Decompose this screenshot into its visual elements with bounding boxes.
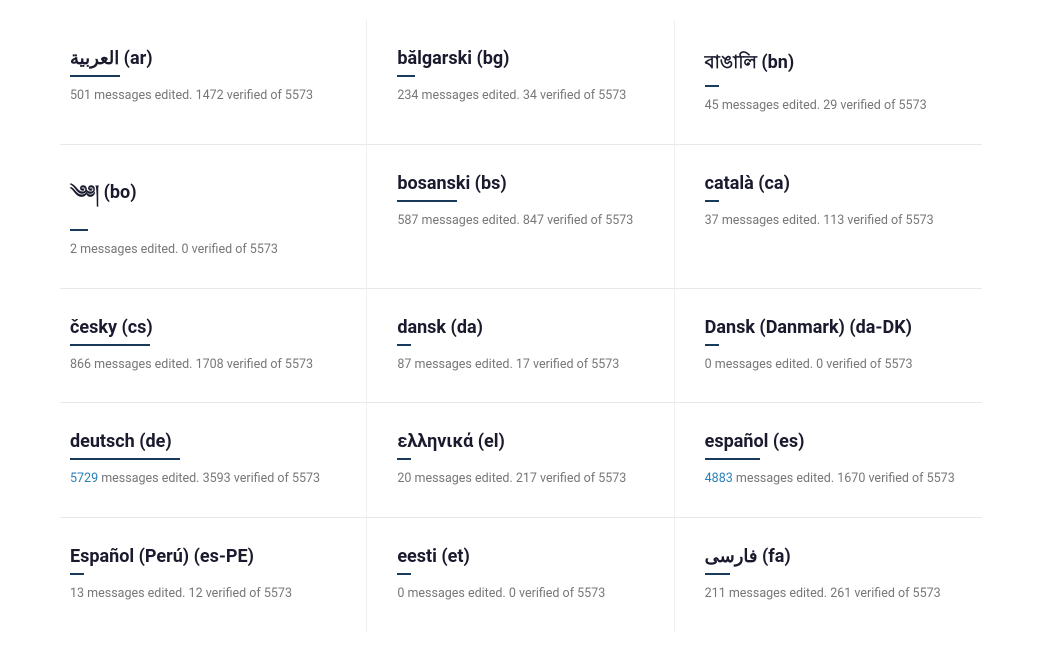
lang-stats-et: 0 messages edited. 0 verified of 5573 — [397, 585, 653, 604]
lang-title-bg: bălgarski (bg) — [397, 48, 653, 69]
lang-stats-da-DK: 0 messages edited. 0 verified of 5573 — [705, 356, 962, 375]
lang-underline-el — [397, 458, 411, 460]
lang-stats-bn: 45 messages edited. 29 verified of 5573 — [705, 97, 962, 116]
lang-item-bn[interactable]: বাঙালি (bn) 45 messages edited. 29 verifi… — [675, 20, 982, 145]
lang-item-ca[interactable]: català (ca) 37 messages edited. 113 verif… — [675, 145, 982, 289]
lang-title-el: ελληνικά (el) — [397, 431, 653, 452]
lang-stats-da: 87 messages edited. 17 verified of 5573 — [397, 356, 653, 375]
lang-title-et: eesti (et) — [397, 546, 653, 567]
lang-item-de[interactable]: deutsch (de) 5729 messages edited. 3593 v… — [60, 403, 367, 518]
lang-stats-el: 20 messages edited. 217 verified of 5573 — [397, 470, 653, 489]
lang-title-ca: català (ca) — [705, 173, 962, 194]
lang-item-da-DK[interactable]: Dansk (Danmark) (da-DK) 0 messages edited… — [675, 289, 982, 404]
lang-underline-bs — [397, 200, 457, 202]
lang-title-ar: العربية (ar) — [70, 48, 346, 69]
lang-item-bo[interactable]: ༄༅། (bo) 2 messages edited. 0 verified of… — [60, 145, 367, 289]
lang-item-el[interactable]: ελληνικά (el) 20 messages edited. 217 ver… — [367, 403, 674, 518]
lang-underline-es-PE — [70, 573, 84, 575]
lang-underline-de — [70, 458, 180, 460]
lang-title-de: deutsch (de) — [70, 431, 346, 452]
lang-title-bo: ༄༅། (bo) — [70, 173, 346, 223]
lang-title-es-PE: Español (Perú) (es-PE) — [70, 546, 346, 567]
lang-underline-ca — [705, 200, 719, 202]
lang-title-bs: bosanski (bs) — [397, 173, 653, 194]
lang-underline-cs — [70, 344, 150, 346]
lang-underline-et — [397, 573, 411, 575]
lang-underline-fa — [705, 573, 730, 575]
lang-underline-da-DK — [705, 344, 719, 346]
lang-item-et[interactable]: eesti (et) 0 messages edited. 0 verified … — [367, 518, 674, 632]
lang-underline-bo — [70, 229, 88, 231]
lang-stats-es-PE: 13 messages edited. 12 verified of 5573 — [70, 585, 346, 604]
language-grid: العربية (ar) 501 messages edited. 1472 ve… — [60, 20, 982, 632]
lang-stats-ca: 37 messages edited. 113 verified of 5573 — [705, 212, 962, 231]
lang-underline-bn — [705, 85, 719, 87]
lang-stats-cs: 866 messages edited. 1708 verified of 55… — [70, 356, 346, 375]
lang-item-cs[interactable]: česky (cs) 866 messages edited. 1708 veri… — [60, 289, 367, 404]
lang-title-cs: česky (cs) — [70, 317, 346, 338]
lang-title-da: dansk (da) — [397, 317, 653, 338]
lang-title-da-DK: Dansk (Danmark) (da-DK) — [705, 317, 962, 338]
lang-stats-bo: 2 messages edited. 0 verified of 5573 — [70, 241, 346, 260]
lang-stats-de: 5729 messages edited. 3593 verified of 5… — [70, 470, 346, 489]
lang-item-bg[interactable]: bălgarski (bg) 234 messages edited. 34 ve… — [367, 20, 674, 145]
lang-title-bn: বাঙালি (bn) — [705, 48, 962, 79]
lang-stats-ar: 501 messages edited. 1472 verified of 55… — [70, 87, 346, 106]
lang-item-bs[interactable]: bosanski (bs) 587 messages edited. 847 ve… — [367, 145, 674, 289]
lang-item-es-PE[interactable]: Español (Perú) (es-PE) 13 messages edited… — [60, 518, 367, 632]
lang-stats-fa: 211 messages edited. 261 verified of 557… — [705, 585, 962, 604]
lang-underline-ar — [70, 75, 120, 77]
lang-item-es[interactable]: español (es) 4883 messages edited. 1670 v… — [675, 403, 982, 518]
lang-stats-bs: 587 messages edited. 847 verified of 557… — [397, 212, 653, 231]
lang-underline-es — [705, 458, 760, 460]
lang-title-fa: فارسی (fa) — [705, 546, 962, 567]
lang-stats-es: 4883 messages edited. 1670 verified of 5… — [705, 470, 962, 489]
lang-item-da[interactable]: dansk (da) 87 messages edited. 17 verifie… — [367, 289, 674, 404]
lang-item-ar[interactable]: العربية (ar) 501 messages edited. 1472 ve… — [60, 20, 367, 145]
lang-stats-bg: 234 messages edited. 34 verified of 5573 — [397, 87, 653, 106]
lang-underline-da — [397, 344, 411, 346]
lang-underline-bg — [397, 75, 415, 77]
lang-title-es: español (es) — [705, 431, 962, 452]
lang-item-fa[interactable]: فارسی (fa) 211 messages edited. 261 verif… — [675, 518, 982, 632]
